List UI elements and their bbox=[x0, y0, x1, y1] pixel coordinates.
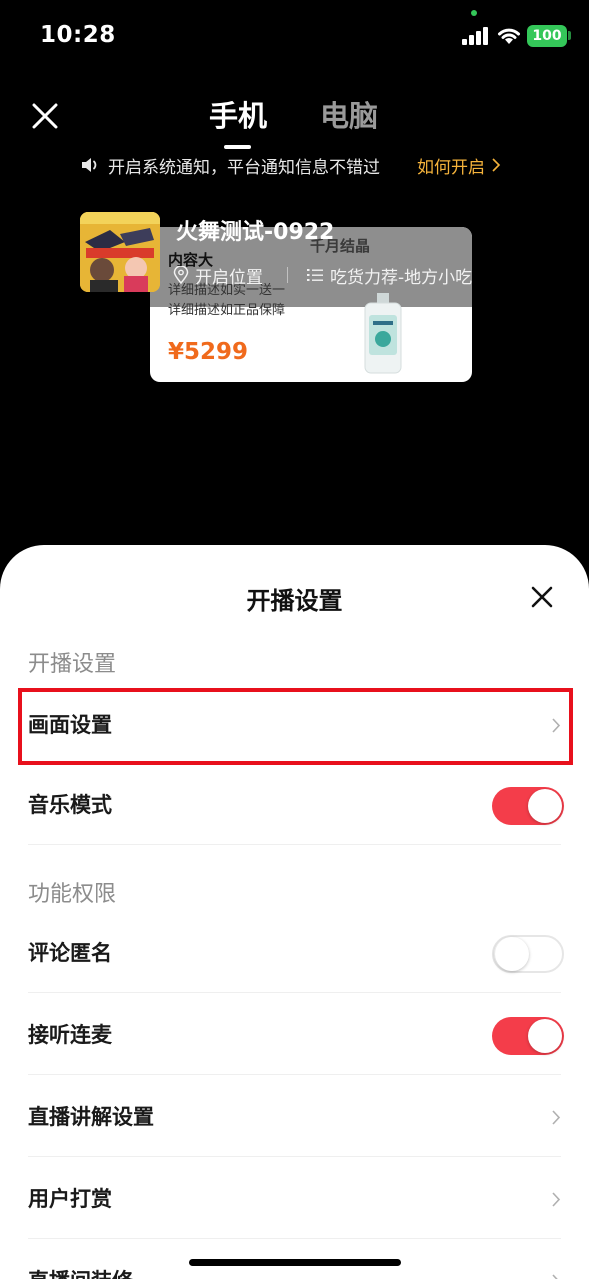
divider bbox=[28, 992, 561, 993]
row-music-mode: 音乐模式 bbox=[28, 765, 564, 845]
wifi-icon bbox=[498, 28, 520, 44]
answer-connect-toggle[interactable] bbox=[492, 1017, 564, 1055]
row-label: 评论匿名 bbox=[28, 941, 112, 965]
toggle-knob bbox=[528, 789, 562, 823]
speaker-icon bbox=[82, 158, 97, 172]
divider bbox=[28, 844, 561, 845]
status-bar: 10:28 100 bbox=[0, 0, 589, 70]
row-label: 直播间装修 bbox=[28, 1241, 133, 1279]
row-live-explain-settings[interactable]: 直播讲解设置 bbox=[28, 1077, 561, 1157]
row-user-reward[interactable]: 用户打赏 bbox=[28, 1159, 561, 1239]
category-label[interactable]: 吃货力荐-地方小吃 bbox=[330, 263, 472, 288]
toggle-knob bbox=[495, 937, 529, 971]
chevron-right-icon bbox=[552, 1110, 561, 1125]
meta-separator bbox=[287, 267, 288, 283]
active-tab-indicator bbox=[224, 145, 251, 149]
row-label: 音乐模式 bbox=[28, 793, 112, 817]
live-cover-thumbnail[interactable] bbox=[80, 212, 160, 292]
product-desc-line-2: 详细描述如正品保障 bbox=[168, 303, 286, 318]
location-label[interactable]: 开启位置 bbox=[195, 263, 263, 288]
row-answer-connect: 接听连麦 bbox=[28, 995, 564, 1075]
row-label: 接听连麦 bbox=[28, 1023, 112, 1047]
divider bbox=[28, 1156, 561, 1157]
notice-text: 开启系统通知，平台通知信息不错过 bbox=[108, 157, 380, 178]
anonymous-comment-toggle[interactable] bbox=[492, 935, 564, 973]
location-pin-icon bbox=[173, 266, 189, 284]
row-anonymous-comment: 评论匿名 bbox=[28, 913, 564, 993]
how-to-enable-link[interactable]: 如何开启 bbox=[417, 150, 501, 180]
sheet-close-icon[interactable] bbox=[528, 583, 556, 611]
close-icon[interactable] bbox=[30, 101, 60, 131]
product-card[interactable]: 千月结晶 内容大 详细描述如实一送一 详细描述如正品保障 ¥5299 bbox=[150, 227, 472, 382]
product-image bbox=[364, 293, 402, 374]
room-meta-row: 开启位置 吃货力荐-地方小吃 bbox=[173, 262, 472, 288]
notification-notice: 开启系统通知，平台通知信息不错过 bbox=[80, 150, 380, 180]
battery-cap bbox=[568, 31, 571, 40]
row-label: 直播讲解设置 bbox=[28, 1105, 154, 1129]
privacy-indicator-dot bbox=[471, 10, 477, 16]
divider bbox=[28, 1238, 561, 1239]
section-label-live-settings: 开播设置 bbox=[28, 652, 117, 677]
chevron-right-icon bbox=[492, 158, 501, 172]
status-time: 10:28 bbox=[40, 22, 116, 48]
row-label: 用户打赏 bbox=[28, 1187, 112, 1211]
toggle-knob bbox=[528, 1019, 562, 1053]
home-indicator bbox=[189, 1259, 401, 1266]
product-price: ¥5299 bbox=[168, 339, 249, 365]
notice-link-label: 如何开启 bbox=[417, 157, 485, 178]
divider bbox=[28, 1074, 561, 1075]
music-mode-toggle[interactable] bbox=[492, 787, 564, 825]
cover-image bbox=[80, 212, 160, 292]
chevron-right-icon bbox=[552, 1274, 558, 1279]
room-title[interactable]: 火舞测试-0922 bbox=[176, 214, 334, 246]
tab-phone[interactable]: 手机 bbox=[209, 96, 267, 136]
battery-indicator: 100 bbox=[527, 25, 567, 47]
tab-computer[interactable]: 电脑 bbox=[320, 96, 378, 136]
highlight-box bbox=[18, 688, 573, 765]
live-settings-sheet: 开播设置 开播设置 画面设置 音乐模式 功能权限 评论匿名 接听连麦 直播讲解设… bbox=[0, 545, 589, 1279]
section-label-permissions: 功能权限 bbox=[28, 882, 117, 907]
signal-icon bbox=[462, 27, 490, 45]
sheet-title: 开播设置 bbox=[246, 587, 343, 615]
chevron-right-icon bbox=[552, 1192, 561, 1207]
category-list-icon bbox=[307, 269, 323, 281]
